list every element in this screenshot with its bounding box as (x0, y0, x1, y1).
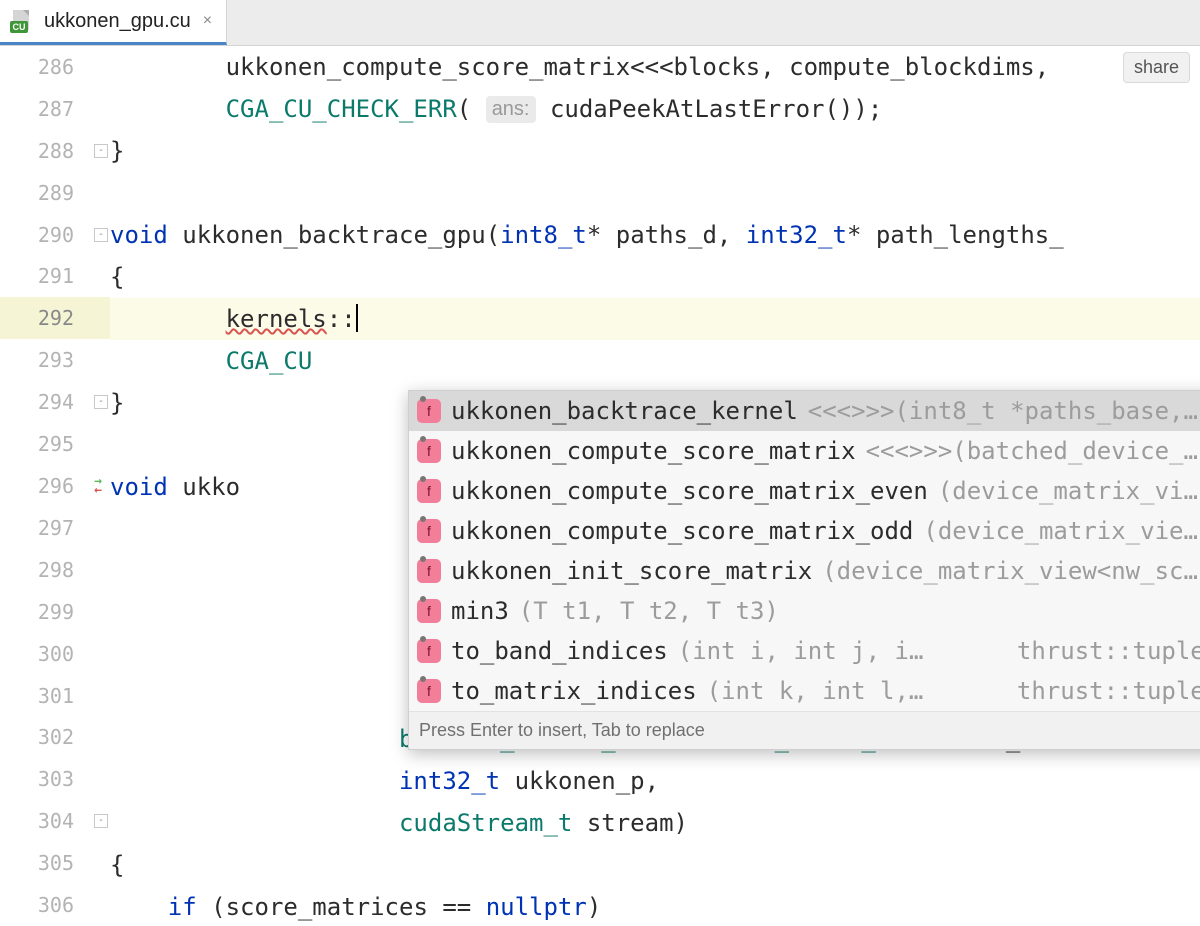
code-line[interactable]: { (110, 844, 1200, 886)
gutter-line[interactable]: 286 (0, 46, 110, 88)
function-icon: f (417, 639, 441, 663)
gutter-line[interactable]: 293 (0, 339, 110, 381)
autocomplete-item[interactable]: f ukkonen_compute_score_matrix_even(devi… (409, 471, 1200, 511)
gutter-line[interactable]: 298 (0, 549, 110, 591)
gutter-line[interactable]: 292 (0, 297, 110, 339)
code-line[interactable]: { (110, 256, 1200, 298)
gutter-line[interactable]: 299 (0, 591, 110, 633)
gutter-line[interactable]: 306 (0, 884, 110, 926)
gutter-line[interactable]: 287 (0, 88, 110, 130)
fold-icon[interactable]: - (94, 395, 108, 409)
gutter-line[interactable]: 294- (0, 381, 110, 423)
gutter-line[interactable]: 290- (0, 214, 110, 256)
code-line[interactable]: int32_t ukkonen_p, (110, 760, 1200, 802)
autocomplete-item[interactable]: f ukkonen_init_score_matrix(device_matri… (409, 551, 1200, 591)
gutter-line[interactable]: 297 (0, 507, 110, 549)
autocomplete-popup: f ukkonen_backtrace_kernel<<<>>>(int8_t … (408, 390, 1200, 750)
autocomplete-item[interactable]: f ukkonen_compute_score_matrix_odd(devic… (409, 511, 1200, 551)
code-line[interactable]: cudaStream_t stream) (110, 802, 1200, 844)
code-line[interactable]: CGA_CU (110, 340, 1200, 382)
gutter-line[interactable]: 303 (0, 758, 110, 800)
cuda-file-icon: CU (10, 8, 36, 34)
function-icon: f (417, 479, 441, 503)
function-icon: f (417, 559, 441, 583)
diff-icon: →← (94, 477, 102, 495)
gutter-line[interactable]: 288- (0, 130, 110, 172)
text-cursor (356, 304, 358, 332)
code-line[interactable]: ukkonen_compute_score_matrix<<<blocks, c… (110, 46, 1200, 88)
svg-text:CU: CU (13, 22, 26, 32)
tab-bar: CU ukkonen_gpu.cu × (0, 0, 1200, 46)
autocomplete-item[interactable]: f to_matrix_indices(int k, int l,…thrust… (409, 671, 1200, 711)
tab-filename: ukkonen_gpu.cu (44, 10, 191, 33)
function-icon: f (417, 679, 441, 703)
function-icon: f (417, 599, 441, 623)
autocomplete-item[interactable]: f ukkonen_backtrace_kernel<<<>>>(int8_t … (409, 391, 1200, 431)
gutter-line[interactable]: 289 (0, 172, 110, 214)
editor: 286 287 288- 289 290- 291 292 293 294- 2… (0, 46, 1200, 926)
share-button[interactable]: share (1123, 52, 1190, 83)
code-line-current[interactable]: kernels:: (110, 298, 1200, 340)
gutter: 286 287 288- 289 290- 291 292 293 294- 2… (0, 46, 110, 926)
autocomplete-item[interactable]: f ukkonen_compute_score_matrix<<<>>>(bat… (409, 431, 1200, 471)
gutter-line[interactable]: 305 (0, 842, 110, 884)
gutter-line[interactable]: 302 (0, 717, 110, 759)
gutter-line[interactable]: 295 (0, 423, 110, 465)
gutter-line[interactable]: 296→← (0, 465, 110, 507)
function-icon: f (417, 399, 441, 423)
code-area[interactable]: share ukkonen_compute_score_matrix<<<blo… (110, 46, 1200, 926)
code-line[interactable] (110, 172, 1200, 214)
function-icon: f (417, 519, 441, 543)
param-hint: ans: (486, 96, 536, 123)
code-line[interactable]: if (score_matrices == nullptr) (110, 886, 1200, 926)
fold-icon[interactable]: - (94, 144, 108, 158)
close-icon[interactable]: × (203, 12, 212, 30)
function-icon: f (417, 439, 441, 463)
code-line[interactable]: } (110, 130, 1200, 172)
code-line[interactable]: void ukkonen_backtrace_gpu(int8_t* paths… (110, 214, 1200, 256)
gutter-line[interactable]: 300 (0, 633, 110, 675)
autocomplete-footer: Press Enter to insert, Tab to replace (409, 711, 1200, 749)
fold-icon[interactable]: - (94, 814, 108, 828)
autocomplete-item[interactable]: f to_band_indices(int i, int j, i…thrust… (409, 631, 1200, 671)
gutter-line[interactable]: 304- (0, 800, 110, 842)
gutter-line[interactable]: 291 (0, 256, 110, 298)
fold-icon[interactable]: - (94, 228, 108, 242)
code-line[interactable]: CGA_CU_CHECK_ERR( ans: cudaPeekAtLastErr… (110, 88, 1200, 130)
file-tab[interactable]: CU ukkonen_gpu.cu × (0, 0, 227, 45)
gutter-line[interactable]: 301 (0, 675, 110, 717)
autocomplete-item[interactable]: f min3(T t1, T t2, T t3) (409, 591, 1200, 631)
